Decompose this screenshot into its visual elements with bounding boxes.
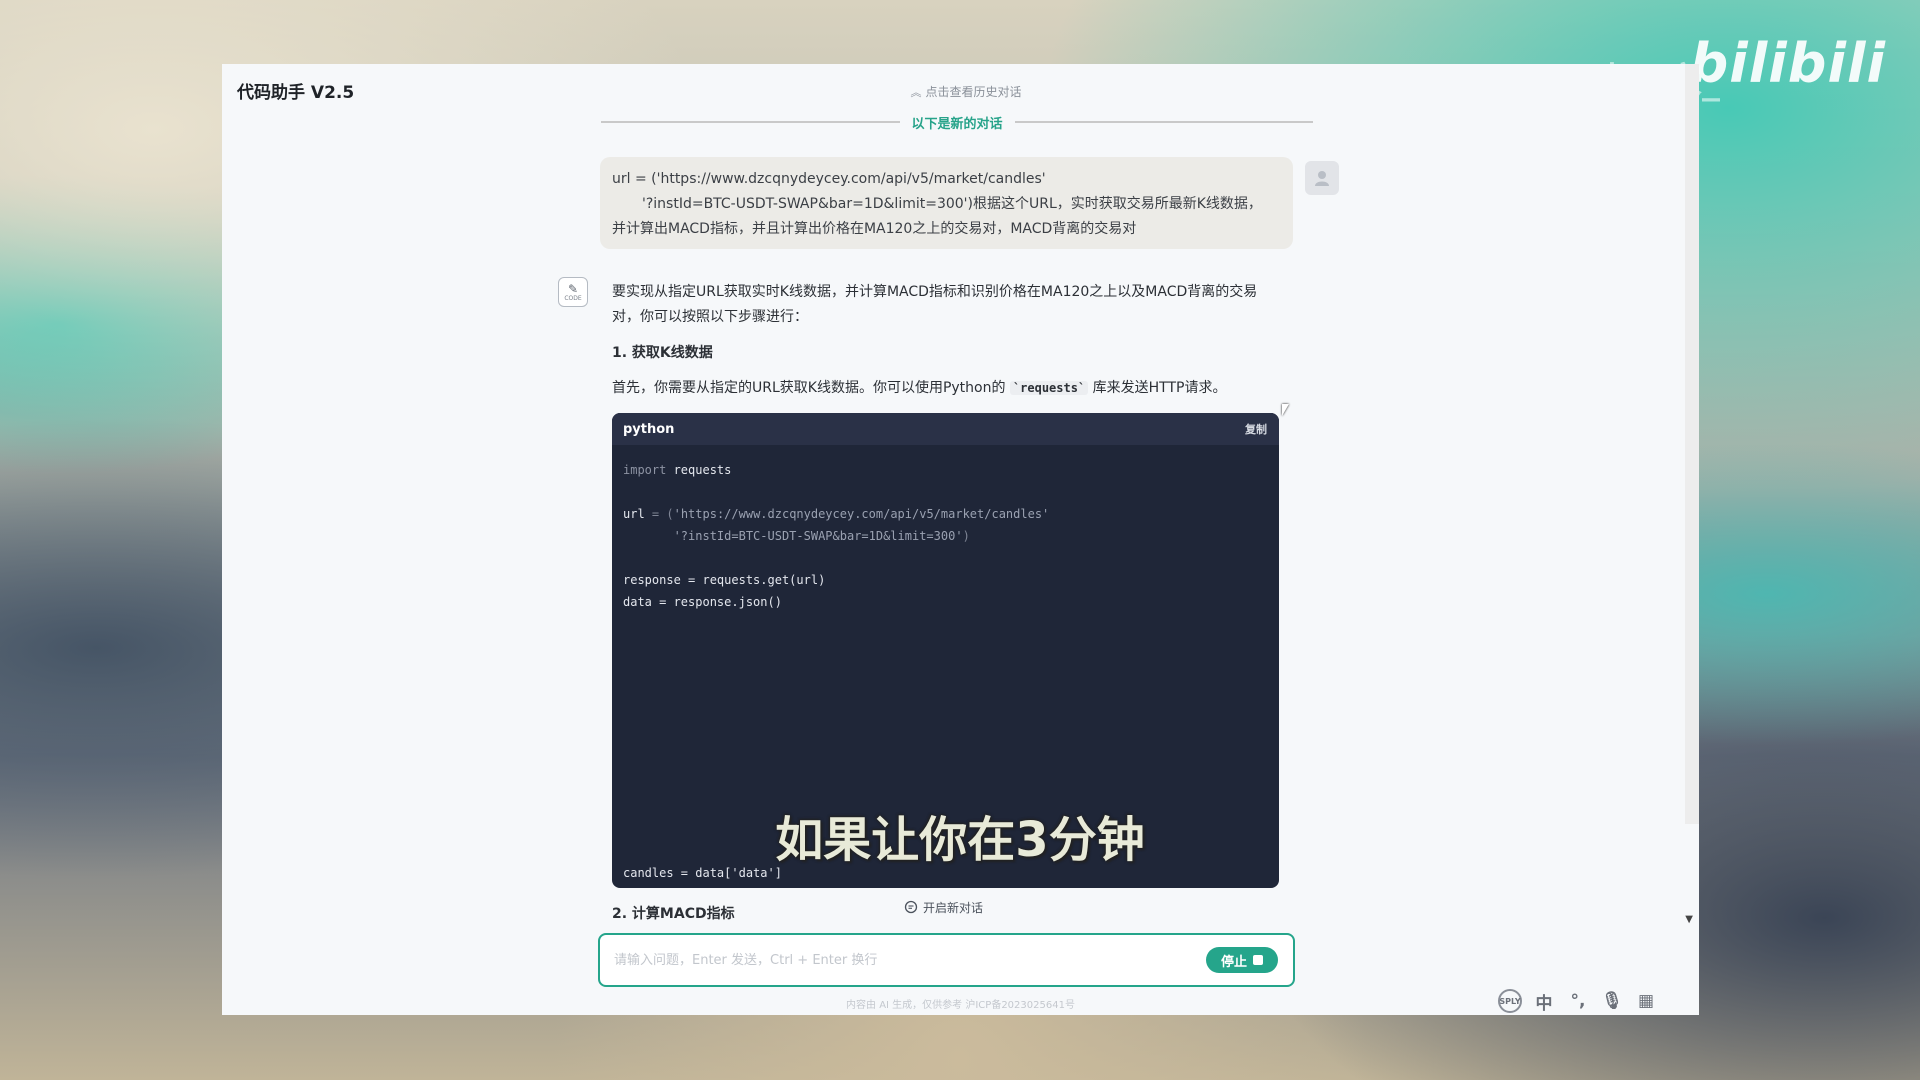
history-link-label: 点击查看历史对话	[925, 85, 1022, 99]
step-1-text-after: 库来发送HTTP请求。	[1088, 380, 1227, 396]
user-message-line: url = ('https://www.dzcqnydeycey.com/api…	[612, 171, 1046, 187]
assistant-answer: 要实现从指定URL获取实时K线数据，并计算MACD指标和识别价格在MA120之上…	[612, 280, 1282, 399]
bilibili-logo: bilibili	[1689, 32, 1886, 95]
code-token: 'https://www.dzcqnydeycey.com/api/v5/mar…	[673, 507, 1050, 521]
microphone-icon[interactable]: 🎙	[1600, 991, 1624, 1011]
app-window: 代码助手 V2.5 ︽ 点击查看历史对话 以下是新的对话 url = ('http…	[222, 64, 1699, 1015]
code-header: python 复制	[612, 413, 1279, 445]
divider-line	[1014, 121, 1314, 123]
step-2-heading: 2. 计算MACD指标	[612, 906, 735, 922]
stop-icon	[1253, 955, 1263, 965]
new-conversation-divider: 以下是新的对话	[601, 112, 1314, 132]
bot-avatar-label: CODE	[564, 294, 582, 302]
new-chat-button[interactable]: 开启新对话	[900, 897, 988, 917]
step-1-text: 首先，你需要从指定的URL获取K线数据。你可以使用Python的 `reques…	[612, 377, 1282, 399]
code-token: requests	[666, 463, 732, 477]
code-token: url	[623, 507, 645, 521]
grid-menu-icon[interactable]: ▦	[1634, 991, 1658, 1011]
user-message: url = ('https://www.dzcqnydeycey.com/api…	[600, 157, 1293, 249]
code-token: import	[623, 463, 667, 477]
step-1-heading: 1. 获取K线数据	[612, 345, 713, 361]
user-icon	[1315, 171, 1329, 186]
inline-code: `requests`	[1009, 381, 1089, 395]
scroll-down-arrow-icon[interactable]: ▼	[1685, 914, 1693, 925]
user-avatar	[1305, 161, 1339, 195]
answer-intro: 要实现从指定URL获取实时K线数据，并计算MACD指标和识别价格在MA120之上…	[612, 284, 1258, 325]
mouse-cursor-icon	[1282, 404, 1289, 416]
stop-button-label: 停止	[1220, 954, 1247, 970]
code-token: )	[962, 529, 970, 543]
step-1-text-before: 首先，你需要从指定的URL获取K线数据。你可以使用Python的	[612, 380, 1010, 396]
code-line: response = requests.get(url)	[623, 573, 826, 587]
ime-language-toggle[interactable]: 中	[1532, 989, 1556, 1014]
divider-label: 以下是新的对话	[911, 116, 1003, 132]
video-subtitle: 如果让你在3分钟	[775, 812, 1145, 868]
ime-toolbar: SPLY 中 °, 🎙 ▦	[1498, 988, 1658, 1014]
ime-badge[interactable]: SPLY	[1498, 989, 1522, 1013]
history-link[interactable]: ︽ 点击查看历史对话	[886, 83, 1046, 100]
copy-button[interactable]: 复制	[1245, 421, 1267, 437]
app-title: 代码助手 V2.5	[237, 83, 355, 103]
divider-line	[601, 121, 900, 123]
code-bot-icon: ✎	[567, 281, 579, 296]
scrollbar[interactable]	[1685, 64, 1699, 824]
code-language: python	[623, 421, 675, 437]
code-token: '?instId=BTC-USDT-SWAP&bar=1D&limit=300'	[623, 529, 963, 543]
stop-button[interactable]: 停止	[1206, 947, 1278, 973]
user-message-line: '?instId=BTC-USDT-SWAP&bar=1D&limit=300'…	[642, 196, 1262, 212]
chat-bubble-icon	[904, 900, 918, 914]
punctuation-icon[interactable]: °,	[1566, 991, 1590, 1011]
user-message-line: 并计算出MACD指标，并且计算出价格在MA120之上的交易对，MACD背离的交易…	[612, 221, 1137, 237]
footer-disclaimer: 内容由 AI 生成，仅供参考 沪ICP备2023025641号	[846, 1000, 1075, 1011]
code-line: data = response.json()	[623, 595, 782, 609]
chat-input[interactable]	[614, 949, 1174, 971]
code-body: import requests url = ('https://www.dzcq…	[612, 445, 1279, 627]
chat-input-box[interactable]: 停止	[598, 933, 1295, 987]
chevron-up-icon: ︽	[910, 86, 922, 99]
new-chat-label: 开启新对话	[923, 900, 984, 915]
code-token: = (	[644, 507, 674, 521]
bot-avatar: ✎ CODE	[558, 277, 588, 307]
